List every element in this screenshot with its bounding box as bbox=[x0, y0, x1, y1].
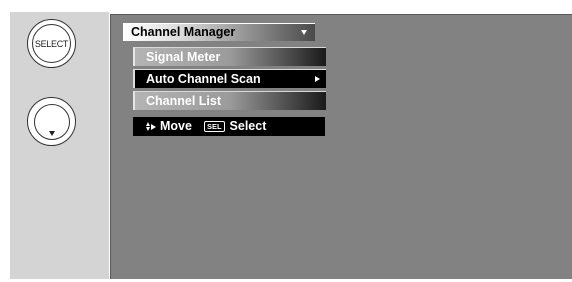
select-button-face: SELECT bbox=[32, 24, 71, 63]
sel-key-icon: SEL bbox=[203, 121, 225, 132]
menu-item-signal-meter[interactable]: Signal Meter bbox=[133, 47, 326, 66]
dropdown-caret-icon bbox=[301, 30, 307, 35]
help-bar: Move SEL Select bbox=[133, 117, 325, 136]
menu-item-label: Auto Channel Scan bbox=[146, 72, 261, 86]
menu-item-label: Channel List bbox=[146, 94, 222, 108]
help-select-label: Select bbox=[229, 119, 267, 133]
select-button[interactable]: SELECT bbox=[27, 19, 76, 68]
help-move-label: Move bbox=[160, 119, 192, 133]
up-down-arrows-icon bbox=[146, 122, 150, 131]
navigation-button-face bbox=[33, 103, 70, 140]
down-arrow-icon bbox=[48, 130, 55, 136]
menu-item-auto-channel-scan[interactable]: Auto Channel Scan bbox=[133, 69, 326, 88]
menu-item-channel-list[interactable]: Channel List bbox=[133, 91, 326, 110]
select-button-label: SELECT bbox=[34, 38, 69, 49]
menu-title-bar[interactable]: Channel Manager bbox=[123, 23, 315, 41]
remote-panel: SELECT bbox=[10, 12, 109, 279]
tv-screen: Channel Manager Signal Meter Auto Channe… bbox=[110, 14, 572, 279]
submenu-arrow-icon bbox=[315, 76, 320, 82]
menu-item-label: Signal Meter bbox=[146, 50, 221, 64]
right-arrow-icon bbox=[151, 123, 156, 130]
menu-title: Channel Manager bbox=[131, 25, 236, 39]
navigation-button[interactable] bbox=[27, 97, 76, 146]
